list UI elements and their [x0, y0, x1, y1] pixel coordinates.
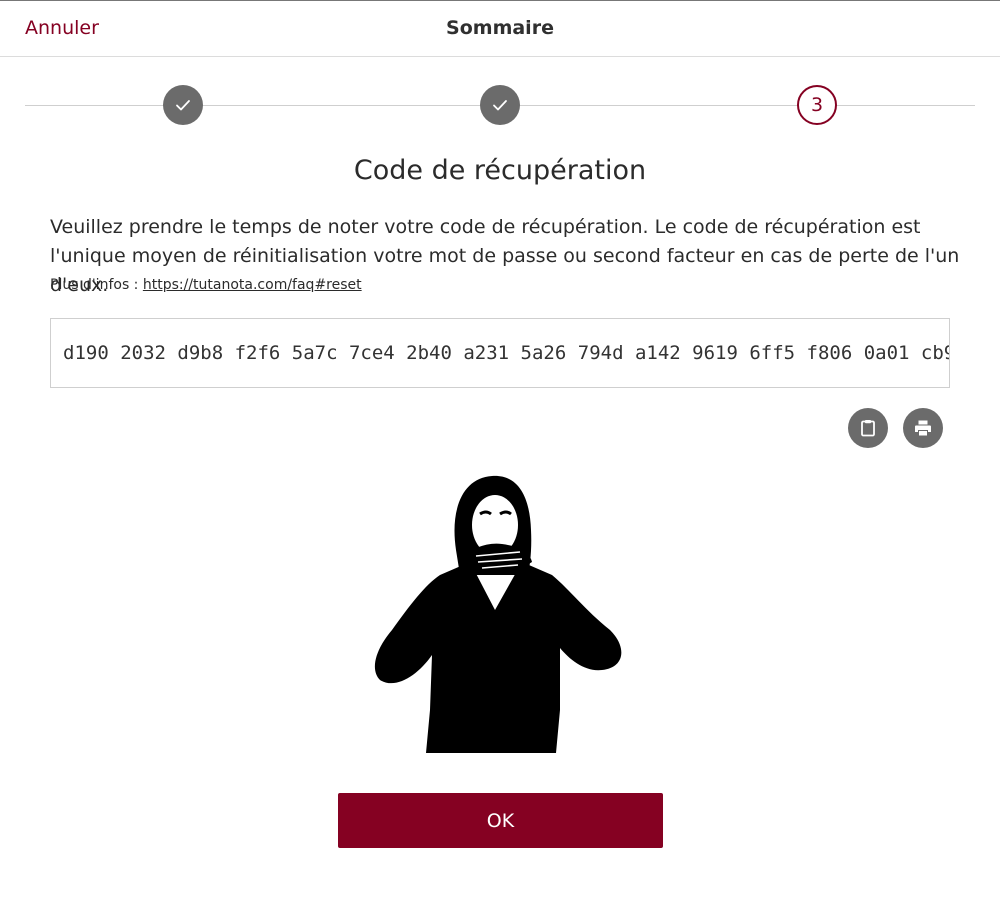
step-2-complete: [480, 85, 520, 125]
secret-woman-illustration: [374, 475, 622, 753]
check-icon: [176, 100, 190, 111]
print-button[interactable]: [903, 408, 943, 448]
dialog-title: Sommaire: [446, 17, 554, 39]
more-info-label: Plus d'infos :: [50, 277, 143, 293]
step-1-complete: [163, 85, 203, 125]
faq-reset-link[interactable]: https://tutanota.com/faq#reset: [143, 277, 362, 293]
printer-icon: [915, 420, 931, 436]
dialog-header: Annuler Sommaire: [0, 1, 1000, 57]
progress-stepper: 3: [25, 85, 975, 127]
step-3-current: 3: [797, 85, 837, 125]
copy-button[interactable]: [848, 408, 888, 448]
page-heading: Code de récupération: [353, 155, 647, 186]
recovery-code-text[interactable]: d190 2032 d9b8 f2f6 5a7c 7ce4 2b40 a231 …: [63, 342, 949, 364]
more-info: Plus d'infos : https://tutanota.com/faq#…: [50, 277, 362, 293]
ok-button[interactable]: OK: [338, 793, 663, 848]
clipboard-icon: [861, 420, 875, 437]
recovery-code-field[interactable]: d190 2032 d9b8 f2f6 5a7c 7ce4 2b40 a231 …: [50, 318, 950, 388]
check-icon: [493, 100, 507, 111]
